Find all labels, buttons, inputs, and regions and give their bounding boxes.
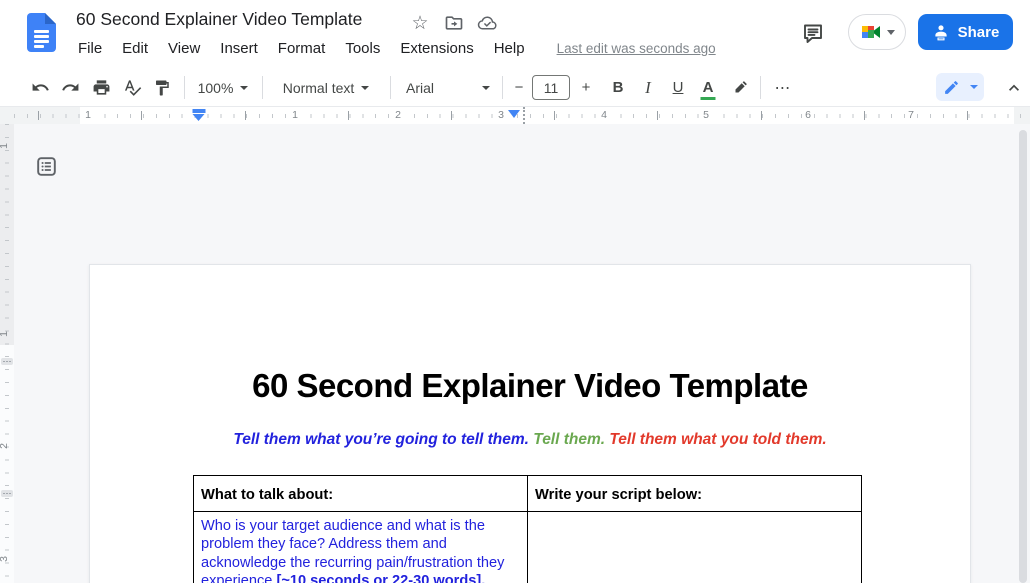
ruler-number: 5 — [700, 108, 712, 122]
document-canvas: 60 Second Explainer Video Template Tell … — [0, 124, 1030, 583]
table-row: Who is your target audience and what is … — [194, 512, 862, 583]
menu-tools[interactable]: Tools — [335, 37, 390, 60]
vertical-ruler: 1 1 2 3 — [0, 124, 14, 583]
row1-script-cell[interactable] — [528, 512, 862, 583]
outline-icon — [36, 156, 57, 177]
subtitle-part-green: Tell them. — [533, 431, 609, 448]
highlighter-icon — [731, 79, 749, 97]
left-indent-marker[interactable] — [193, 109, 206, 121]
google-docs-logo-icon[interactable] — [27, 13, 56, 52]
menu-edit[interactable]: Edit — [112, 37, 158, 60]
ruler-number: 2 — [392, 108, 404, 122]
row1-prompt-cell[interactable]: Who is your target audience and what is … — [194, 512, 528, 583]
more-options-button[interactable]: ⋯ — [768, 74, 798, 101]
vertical-scrollbar-thumb[interactable] — [1019, 130, 1027, 583]
ruler-number: 6 — [802, 108, 814, 122]
doc-heading[interactable]: 60 Second Explainer Video Template — [90, 367, 970, 405]
print-button[interactable] — [87, 74, 115, 101]
subtitle-part-blue: Tell them what you’re going to tell them… — [233, 431, 533, 448]
spell-check-button[interactable] — [118, 74, 146, 101]
ruler-ticks — [14, 114, 1030, 118]
ruler-number: 1 — [0, 143, 10, 149]
redo-button[interactable] — [56, 74, 84, 101]
text-color-button[interactable]: A — [694, 74, 722, 101]
undo-button[interactable] — [26, 74, 54, 101]
increase-font-size-button[interactable]: + — [572, 74, 600, 101]
doc-subtitle[interactable]: Tell them what you’re going to tell them… — [90, 431, 970, 449]
toolbar-divider — [184, 76, 185, 99]
share-button-label: Share — [958, 24, 1000, 41]
pencil-icon — [943, 79, 960, 96]
font-family-select[interactable]: Arial — [398, 74, 498, 101]
star-icon[interactable]: ☆ — [409, 12, 431, 34]
table-column-grip[interactable] — [523, 107, 525, 124]
move-to-folder-icon[interactable] — [443, 12, 465, 34]
font-size-input[interactable]: 11 — [532, 75, 570, 100]
ruler-number: 7 — [905, 108, 917, 122]
menu-format[interactable]: Format — [268, 37, 336, 60]
zoom-value: 100% — [198, 80, 234, 96]
toolbar-divider — [502, 76, 503, 99]
dropdown-arrow-icon — [240, 86, 248, 90]
toolbar-divider — [262, 76, 263, 99]
col2-header-cell[interactable]: Write your script below: — [528, 476, 862, 512]
show-outline-button[interactable] — [32, 152, 60, 180]
zoom-select[interactable]: 100% — [192, 74, 254, 101]
font-family-value: Arial — [406, 80, 434, 96]
subtitle-part-red: Tell them what you told them. — [609, 431, 826, 448]
text-color-indicator — [701, 97, 716, 100]
ruler-number: 1 — [289, 108, 301, 122]
highlight-color-button[interactable] — [726, 74, 754, 101]
mode-dropdown-arrow-icon — [970, 85, 978, 89]
open-comments-button[interactable] — [797, 17, 829, 49]
comment-icon — [801, 21, 825, 45]
hide-menus-button[interactable] — [1000, 74, 1028, 101]
row1-bold-note: [~10 seconds or 22-30 words]. — [276, 573, 485, 583]
ruler-number: 2 — [0, 443, 10, 449]
editing-mode-button[interactable] — [936, 73, 984, 101]
ruler-number: 4 — [598, 108, 610, 122]
chevron-up-icon — [1004, 78, 1024, 98]
ruler-number: 1 — [82, 108, 94, 122]
toolbar-divider — [390, 76, 391, 99]
join-meet-button[interactable] — [848, 14, 906, 50]
ruler-number: 1 — [0, 331, 10, 337]
underline-button[interactable]: U — [664, 74, 692, 101]
paragraph-style-select[interactable]: Normal text — [270, 74, 382, 101]
decrease-font-size-button[interactable]: − — [505, 74, 533, 101]
toolbar-divider — [760, 76, 761, 99]
table-row-grip[interactable] — [1, 490, 13, 497]
formatting-toolbar: 100% Normal text Arial − 11 + B I U A ⋯ — [0, 68, 1030, 107]
right-indent-marker[interactable] — [508, 110, 520, 118]
menu-bar: File Edit View Insert Format Tools Exten… — [68, 37, 716, 60]
horizontal-ruler: 1 1 2 3 4 5 6 7 — [0, 107, 1030, 124]
menu-view[interactable]: View — [158, 37, 210, 60]
paragraph-style-value: Normal text — [283, 80, 355, 96]
dropdown-arrow-icon — [361, 86, 369, 90]
menu-help[interactable]: Help — [484, 37, 535, 60]
ruler-number: 3 — [495, 108, 507, 122]
menu-insert[interactable]: Insert — [210, 37, 268, 60]
paint-format-button[interactable] — [148, 74, 176, 101]
top-bar: 60 Second Explainer Video Template ☆ Fil… — [0, 0, 1030, 68]
document-title[interactable]: 60 Second Explainer Video Template — [76, 9, 362, 30]
script-table[interactable]: What to talk about: Write your script be… — [193, 475, 862, 583]
table-row-grip[interactable] — [1, 358, 13, 365]
text-color-a-glyph: A — [703, 79, 714, 96]
share-person-icon — [932, 23, 950, 41]
menu-file[interactable]: File — [68, 37, 112, 60]
share-button[interactable]: Share — [918, 14, 1013, 50]
col1-header-cell[interactable]: What to talk about: — [194, 476, 528, 512]
bold-button[interactable]: B — [604, 74, 632, 101]
last-edit-status[interactable]: Last edit was seconds ago — [557, 41, 716, 56]
document-page[interactable]: 60 Second Explainer Video Template Tell … — [89, 264, 971, 583]
meet-dropdown-arrow-icon — [887, 30, 895, 35]
ruler-number: 3 — [0, 556, 10, 562]
menu-extensions[interactable]: Extensions — [390, 37, 483, 60]
google-meet-icon — [859, 20, 883, 44]
document-status-cloud-icon[interactable] — [476, 12, 498, 34]
table-header-row: What to talk about: Write your script be… — [194, 476, 862, 512]
dropdown-arrow-icon — [482, 86, 490, 90]
italic-button[interactable]: I — [634, 74, 662, 101]
